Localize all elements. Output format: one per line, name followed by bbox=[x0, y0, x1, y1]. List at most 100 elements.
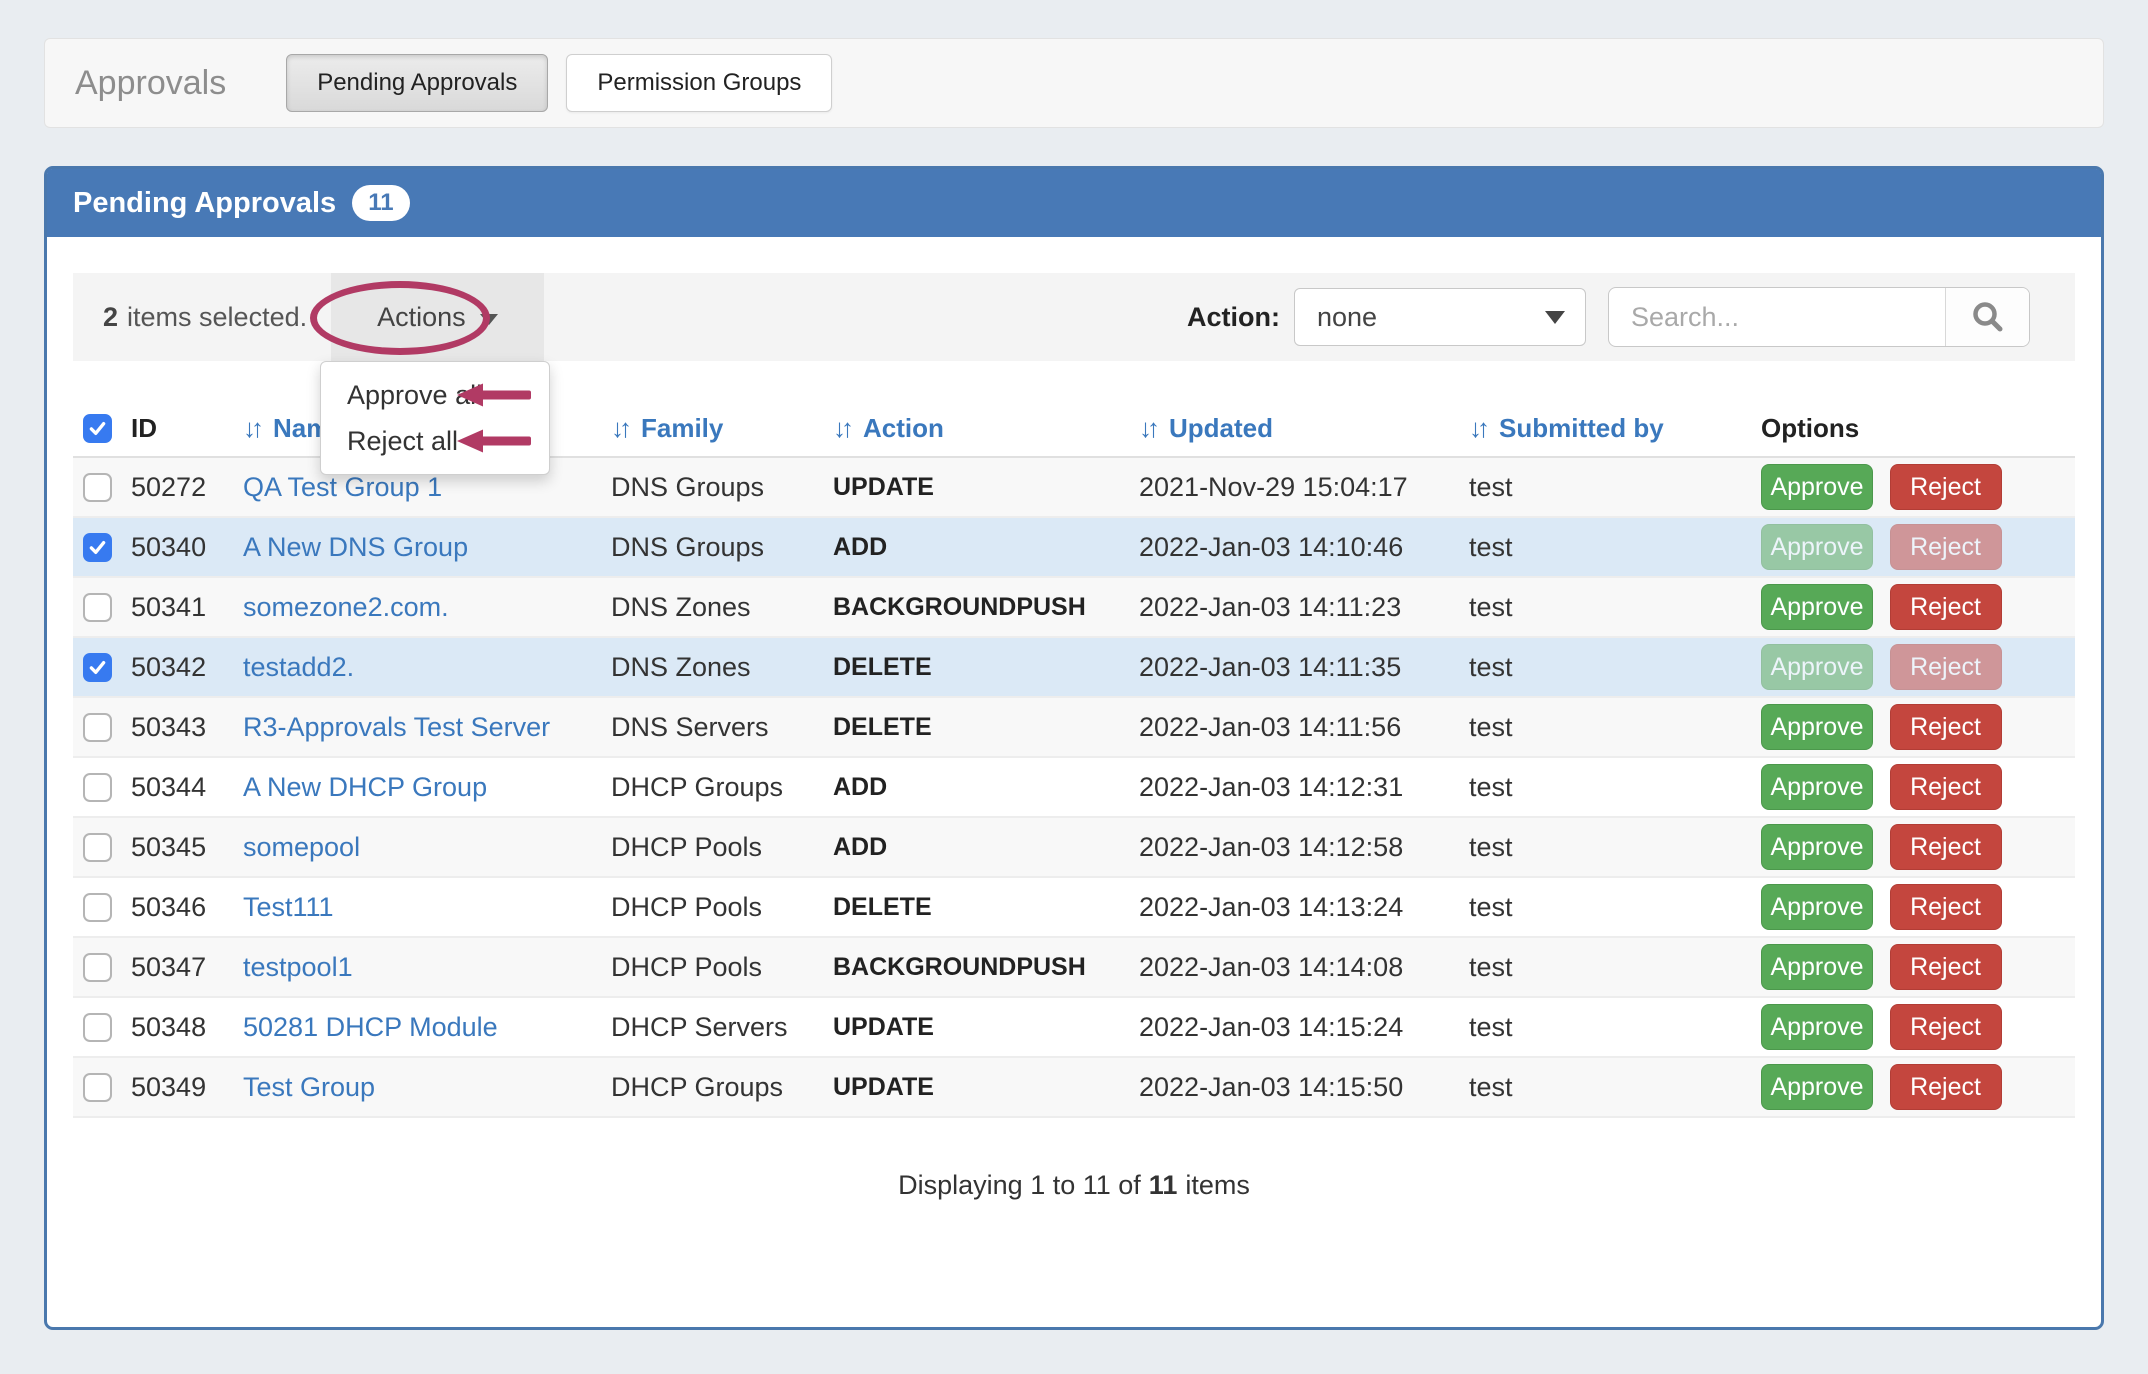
reject-button[interactable]: Reject bbox=[1890, 584, 2002, 630]
page-title: Approvals bbox=[75, 64, 226, 103]
row-checkbox[interactable] bbox=[83, 833, 112, 862]
cell-action: UPDATE bbox=[833, 1057, 1139, 1117]
approve-button[interactable]: Approve bbox=[1761, 824, 1873, 870]
panel-header: Pending Approvals 11 bbox=[47, 169, 2101, 237]
reject-button[interactable]: Reject bbox=[1890, 944, 2002, 990]
table-row: 50349 Test Group DHCP Groups UPDATE 2022… bbox=[73, 1057, 2075, 1117]
cell-submitted-by: test bbox=[1469, 577, 1761, 637]
row-name-link[interactable]: A New DHCP Group bbox=[243, 772, 487, 802]
column-header-action[interactable]: ↓↑Action bbox=[833, 401, 1139, 457]
reject-button[interactable]: Reject bbox=[1890, 704, 2002, 750]
action-filter-label: Action: bbox=[1187, 302, 1280, 333]
row-checkbox[interactable] bbox=[83, 1013, 112, 1042]
row-name-link[interactable]: 50281 DHCP Module bbox=[243, 1012, 498, 1042]
reject-button[interactable]: Reject bbox=[1890, 1004, 2002, 1050]
caret-down-icon bbox=[1545, 311, 1565, 324]
approve-button[interactable]: Approve bbox=[1761, 1064, 1873, 1110]
cell-id: 50340 bbox=[131, 517, 243, 577]
table-row: 50344 A New DHCP Group DHCP Groups ADD 2… bbox=[73, 757, 2075, 817]
reject-button[interactable]: Reject bbox=[1890, 524, 2002, 570]
table-row: 50342 testadd2. DNS Zones DELETE 2022-Ja… bbox=[73, 637, 2075, 697]
search-input[interactable] bbox=[1609, 288, 1945, 346]
approvals-table-body: 50272 QA Test Group 1 DNS Groups UPDATE … bbox=[73, 457, 2075, 1117]
tab-permission-groups[interactable]: Permission Groups bbox=[566, 54, 832, 112]
select-all-checkbox[interactable] bbox=[83, 414, 112, 443]
row-checkbox[interactable] bbox=[83, 1073, 112, 1102]
menu-item-label: Reject all bbox=[347, 426, 458, 457]
menu-item-approve-all[interactable]: Approve all bbox=[321, 372, 549, 418]
approve-button[interactable]: Approve bbox=[1761, 644, 1873, 690]
cell-family: DHCP Pools bbox=[611, 877, 833, 937]
cell-action: ADD bbox=[833, 757, 1139, 817]
row-checkbox[interactable] bbox=[83, 713, 112, 742]
cell-family: DHCP Groups bbox=[611, 757, 833, 817]
row-name-link[interactable]: somepool bbox=[243, 832, 360, 862]
row-checkbox[interactable] bbox=[83, 593, 112, 622]
column-header-submitted-by[interactable]: ↓↑Submitted by bbox=[1469, 401, 1761, 457]
cell-action: DELETE bbox=[833, 637, 1139, 697]
cell-action: ADD bbox=[833, 817, 1139, 877]
table-row: 50347 testpool1 DHCP Pools BACKGROUNDPUS… bbox=[73, 937, 2075, 997]
row-name-link[interactable]: R3-Approvals Test Server bbox=[243, 712, 550, 742]
tab-pending-approvals[interactable]: Pending Approvals bbox=[286, 54, 548, 112]
approve-button[interactable]: Approve bbox=[1761, 1004, 1873, 1050]
cell-action: BACKGROUNDPUSH bbox=[833, 937, 1139, 997]
row-name-link[interactable]: A New DNS Group bbox=[243, 532, 468, 562]
cell-action: UPDATE bbox=[833, 997, 1139, 1057]
search-button[interactable] bbox=[1945, 288, 2029, 346]
actions-dropdown-button[interactable]: Actions bbox=[331, 273, 544, 361]
row-name-link[interactable]: somezone2.com. bbox=[243, 592, 449, 622]
table-row: 50343 R3-Approvals Test Server DNS Serve… bbox=[73, 697, 2075, 757]
actions-dropdown-menu: Approve all Reject all bbox=[320, 361, 550, 475]
cell-family: DNS Zones bbox=[611, 577, 833, 637]
approve-button[interactable]: Approve bbox=[1761, 464, 1873, 510]
action-filter-select[interactable]: none bbox=[1294, 288, 1586, 346]
approve-button[interactable]: Approve bbox=[1761, 524, 1873, 570]
pending-approvals-panel: Pending Approvals 11 2 items selected. A… bbox=[44, 166, 2104, 1330]
row-name-link[interactable]: testadd2. bbox=[243, 652, 354, 682]
approve-button[interactable]: Approve bbox=[1761, 704, 1873, 750]
cell-updated: 2022-Jan-03 14:15:50 bbox=[1139, 1057, 1469, 1117]
selection-status: 2 items selected. Actions bbox=[73, 273, 544, 361]
row-checkbox[interactable] bbox=[83, 653, 112, 682]
cell-action: ADD bbox=[833, 517, 1139, 577]
cell-id: 50344 bbox=[131, 757, 243, 817]
reject-button[interactable]: Reject bbox=[1890, 464, 2002, 510]
column-header-family[interactable]: ↓↑Family bbox=[611, 401, 833, 457]
row-checkbox[interactable] bbox=[83, 893, 112, 922]
row-name-link[interactable]: Test Group bbox=[243, 1072, 375, 1102]
row-name-link[interactable]: Test111 bbox=[243, 892, 334, 922]
approve-button[interactable]: Approve bbox=[1761, 884, 1873, 930]
reject-button[interactable]: Reject bbox=[1890, 824, 2002, 870]
pagination-status: Displaying 1 to 11 of11items bbox=[73, 1170, 2075, 1201]
row-checkbox[interactable] bbox=[83, 533, 112, 562]
cell-family: DNS Servers bbox=[611, 697, 833, 757]
cell-id: 50341 bbox=[131, 577, 243, 637]
approve-button[interactable]: Approve bbox=[1761, 584, 1873, 630]
reject-button[interactable]: Reject bbox=[1890, 884, 2002, 930]
row-name-link[interactable]: QA Test Group 1 bbox=[243, 472, 442, 502]
cell-family: DHCP Pools bbox=[611, 937, 833, 997]
caret-down-icon bbox=[480, 314, 498, 325]
approve-button[interactable]: Approve bbox=[1761, 944, 1873, 990]
search-icon bbox=[1971, 300, 2005, 334]
column-header-updated[interactable]: ↓↑Updated bbox=[1139, 401, 1469, 457]
reject-button[interactable]: Reject bbox=[1890, 1064, 2002, 1110]
menu-item-reject-all[interactable]: Reject all bbox=[321, 418, 549, 464]
table-row: 50340 A New DNS Group DNS Groups ADD 202… bbox=[73, 517, 2075, 577]
cell-family: DHCP Servers bbox=[611, 997, 833, 1057]
row-checkbox[interactable] bbox=[83, 773, 112, 802]
count-badge: 11 bbox=[352, 185, 409, 221]
sort-icon: ↓↑ bbox=[1139, 413, 1155, 444]
cell-id: 50348 bbox=[131, 997, 243, 1057]
row-name-link[interactable]: testpool1 bbox=[243, 952, 353, 982]
table-row: 50346 Test111 DHCP Pools DELETE 2022-Jan… bbox=[73, 877, 2075, 937]
approve-button[interactable]: Approve bbox=[1761, 764, 1873, 810]
reject-button[interactable]: Reject bbox=[1890, 764, 2002, 810]
row-checkbox[interactable] bbox=[83, 953, 112, 982]
cell-action: DELETE bbox=[833, 877, 1139, 937]
row-checkbox[interactable] bbox=[83, 473, 112, 502]
cell-id: 50343 bbox=[131, 697, 243, 757]
approvals-table: ID ↓↑Name ↓↑Family ↓↑Action ↓↑Updated ↓↑… bbox=[73, 401, 2075, 1118]
reject-button[interactable]: Reject bbox=[1890, 644, 2002, 690]
